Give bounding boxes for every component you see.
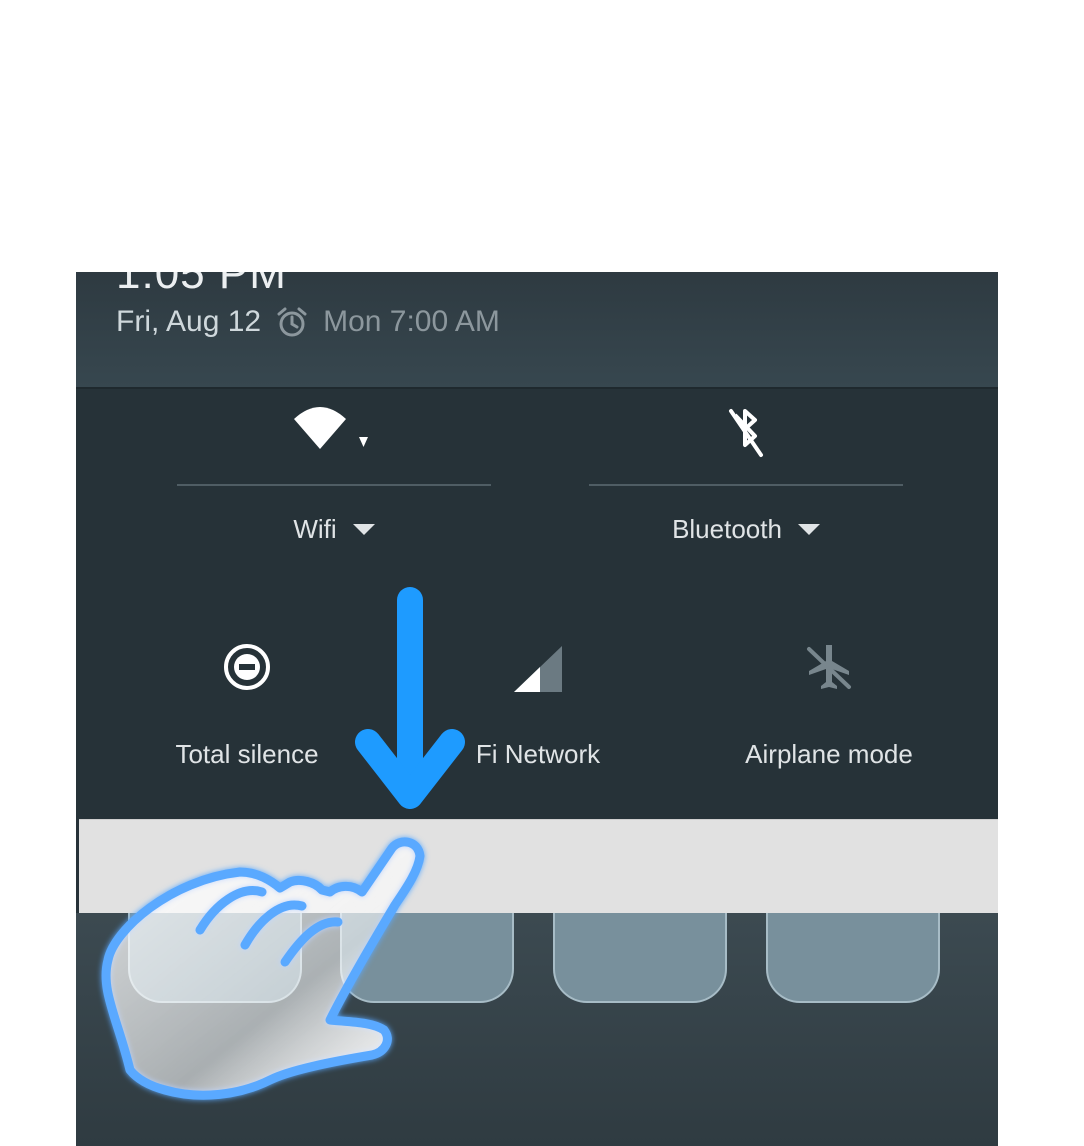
wifi-icon [289,403,379,463]
app-icon-slot[interactable] [553,913,727,1003]
bluetooth-off-icon [721,403,771,463]
notification-shade: 1:05 PM Fri, Aug 12 Mon 7:00 AM Wifi Blu… [76,272,998,1146]
status-header: 1:05 PM Fri, Aug 12 Mon 7:00 AM [76,272,998,389]
quick-settings-panel: Wifi Bluetooth Total silence Fi Network … [76,389,998,819]
date-row: Fri, Aug 12 Mon 7:00 AM [116,302,500,342]
wifi-dropdown-icon[interactable] [352,524,375,535]
fi-network-label: Fi Network [475,739,601,769]
do-not-disturb-icon [219,639,275,695]
total-silence-tile[interactable]: Total silence [127,639,367,769]
bluetooth-divider [589,484,903,486]
bluetooth-label-row[interactable]: Bluetooth [589,514,903,545]
airplane-mode-tile[interactable]: Airplane mode [709,639,949,769]
next-alarm[interactable]: Mon 7:00 AM [323,305,500,339]
wifi-label-row[interactable]: Wifi [177,514,491,545]
total-silence-label: Total silence [175,739,319,769]
app-icon-slot[interactable] [340,913,514,1003]
wifi-divider [177,484,491,486]
cell-signal-icon [510,639,566,695]
airplane-icon [801,639,857,695]
app-icon-slot[interactable] [766,913,940,1003]
home-screen [76,913,998,1146]
wifi-label: Wifi [293,514,337,544]
date[interactable]: Fri, Aug 12 [116,305,261,339]
bluetooth-label: Bluetooth [672,514,782,544]
clock: 1:05 PM [116,272,287,298]
app-icon-slot[interactable] [128,913,302,1003]
fi-network-tile[interactable]: Fi Network [418,639,658,769]
alarm-clock-icon [275,305,309,339]
bluetooth-dropdown-icon[interactable] [797,524,820,535]
shade-drag-handle[interactable] [79,819,998,914]
airplane-mode-label: Airplane mode [745,739,913,769]
wifi-tile[interactable]: Wifi [177,389,491,589]
bluetooth-tile[interactable]: Bluetooth [589,389,903,589]
